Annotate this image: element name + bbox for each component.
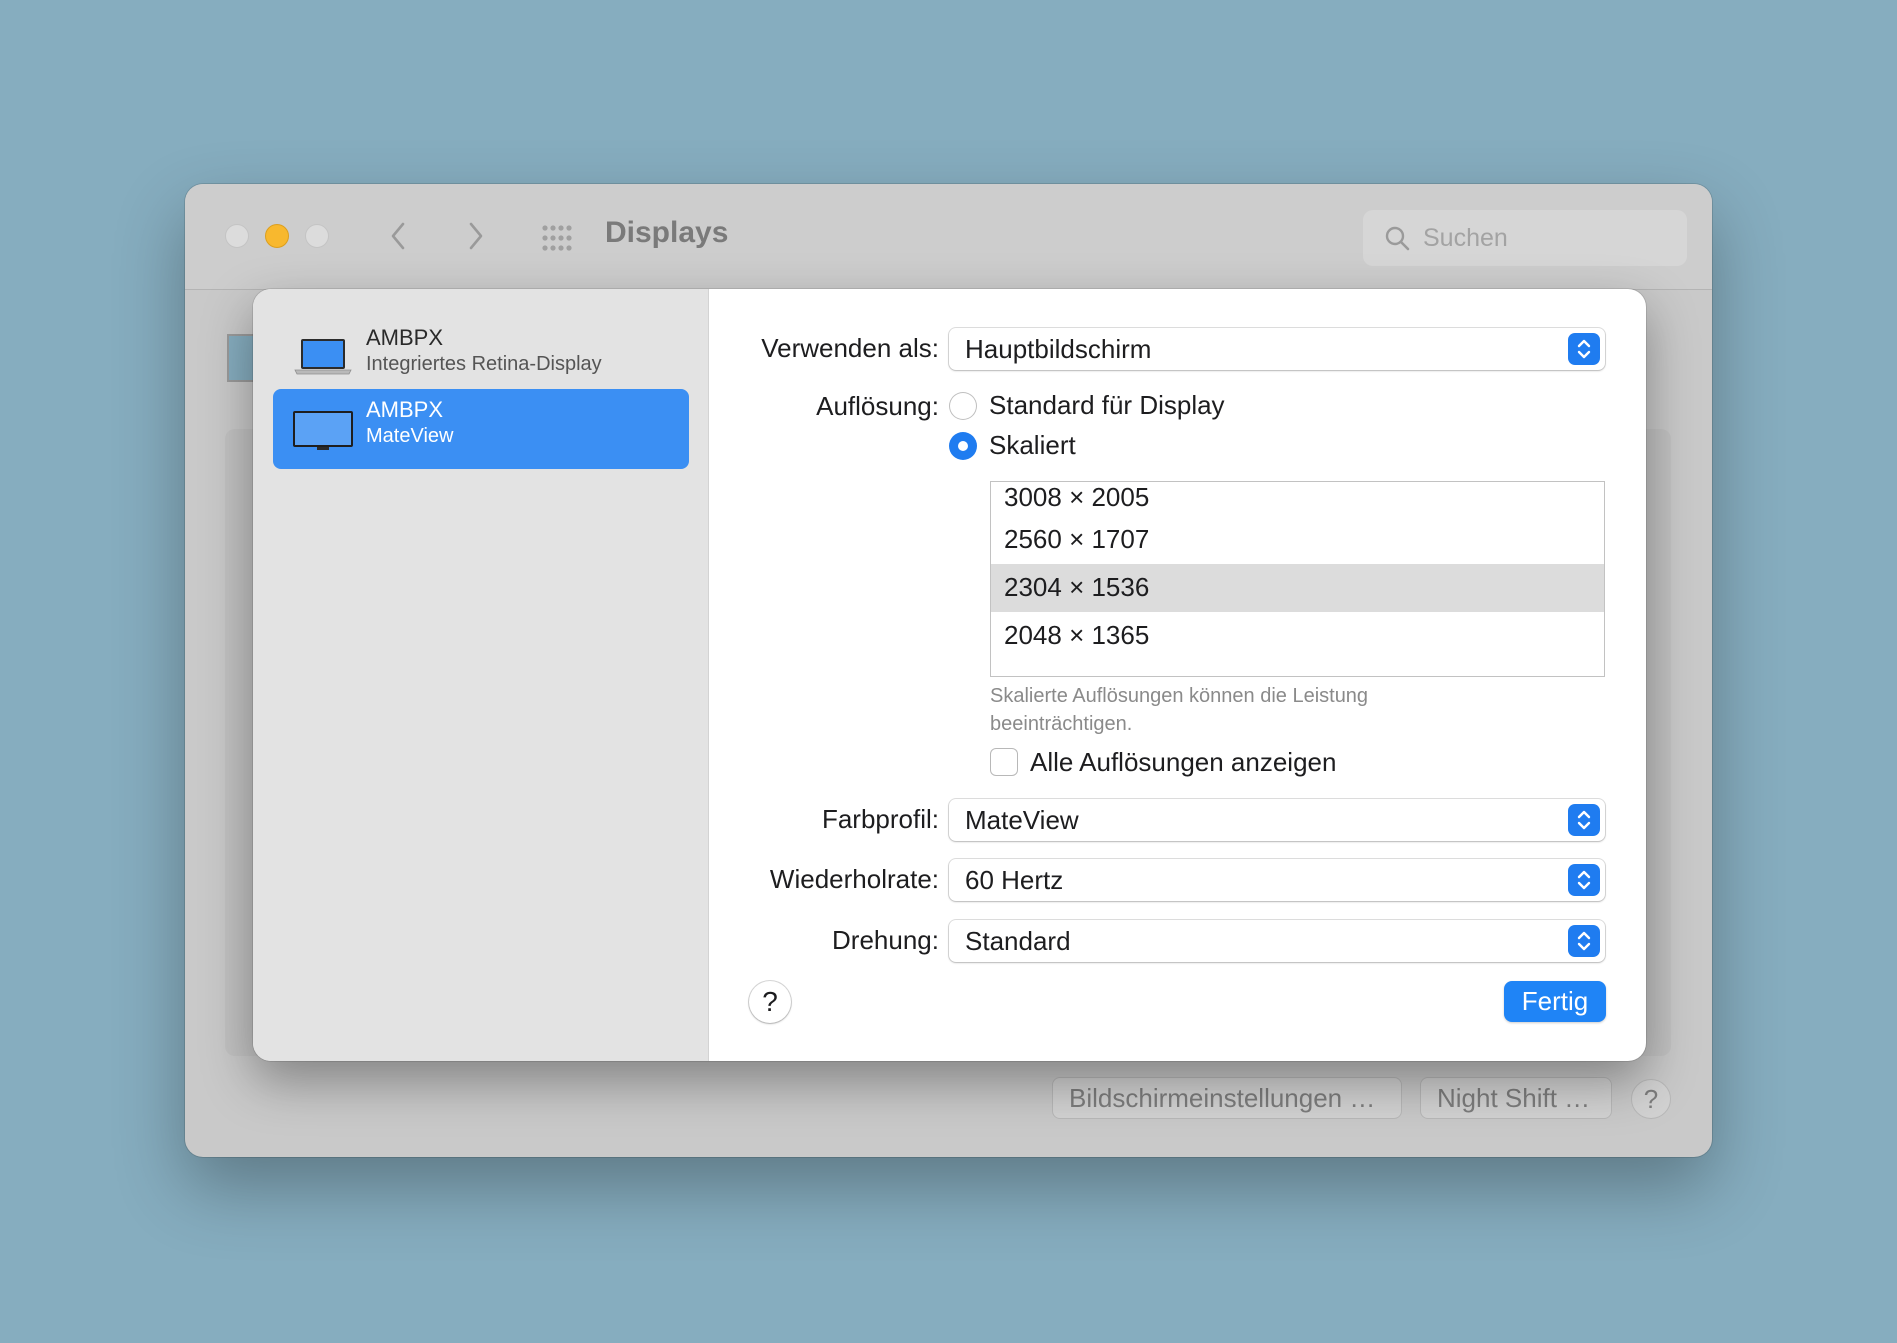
search-field[interactable] (1363, 210, 1687, 266)
display-settings-button[interactable]: Bildschirmeinstellungen … (1052, 1077, 1402, 1119)
chevron-right-icon (469, 222, 483, 250)
color-profile-value: MateView (965, 805, 1079, 835)
radio-scaled[interactable] (949, 432, 977, 460)
use-as-label: Verwenden als: (761, 333, 939, 363)
rotation-label: Drehung: (832, 925, 939, 955)
back-button[interactable] (377, 214, 421, 258)
display-sidebar: AMBPX Integriertes Retina-Display AMBPX … (253, 289, 709, 1061)
minimize-window-button[interactable] (265, 224, 289, 248)
done-button[interactable]: Fertig (1504, 981, 1606, 1022)
show-all-resolutions-label[interactable]: Alle Auflösungen anzeigen (1030, 747, 1336, 778)
use-as-value: Hauptbildschirm (965, 334, 1152, 364)
display-subtitle: Integriertes Retina-Display (366, 353, 602, 375)
resolution-row[interactable]: 2560 × 1707 (991, 516, 1604, 564)
window-title: Displays (605, 216, 729, 249)
titlebar: Displays (185, 184, 1712, 290)
search-input[interactable] (1423, 210, 1673, 266)
radio-standard-label[interactable]: Standard für Display (989, 390, 1225, 421)
chevron-left-icon (391, 222, 405, 250)
chevron-up-down-icon (1568, 864, 1600, 896)
resolution-row[interactable]: 2048 × 1365 (991, 612, 1604, 660)
refresh-rate-popup[interactable]: 60 Hertz (949, 859, 1605, 901)
help-button[interactable]: ? (749, 981, 791, 1023)
scaling-hint: Skalierte Auflösungen können die Leistun… (990, 685, 1369, 735)
refresh-rate-label: Wiederholrate: (769, 864, 939, 894)
display-settings-content: Verwenden als: Hauptbildschirm Auflösung… (709, 289, 1646, 1061)
close-window-button[interactable] (225, 224, 249, 248)
monitor-icon (291, 403, 355, 455)
display-thumbnail (227, 334, 255, 382)
refresh-rate-value: 60 Hertz (965, 865, 1064, 895)
resolution-row[interactable]: 3008 × 2005 (991, 482, 1604, 516)
night-shift-button[interactable]: Night Shift … (1420, 1077, 1612, 1119)
search-icon (1385, 226, 1410, 251)
use-as-popup[interactable]: Hauptbildschirm (949, 328, 1605, 370)
color-profile-popup[interactable]: MateView (949, 799, 1605, 841)
chevron-up-down-icon (1568, 925, 1600, 957)
forward-button[interactable] (453, 214, 497, 258)
rotation-value: Standard (965, 926, 1071, 956)
radio-standard[interactable] (949, 392, 977, 420)
grid-icon (542, 225, 572, 251)
zoom-window-button[interactable] (305, 224, 329, 248)
display-name: AMBPX (366, 325, 444, 350)
display-item-retina[interactable]: AMBPX Integriertes Retina-Display (273, 317, 689, 397)
show-all-button[interactable] (537, 218, 577, 258)
resolution-label: Auflösung: (816, 391, 939, 421)
resolution-row-selected[interactable]: 2304 × 1536 (991, 564, 1604, 612)
chevron-up-down-icon (1568, 804, 1600, 836)
rotation-popup[interactable]: Standard (949, 920, 1605, 962)
radio-scaled-label[interactable]: Skaliert (989, 430, 1076, 461)
display-name: AMBPX (366, 397, 444, 422)
chevron-up-down-icon (1568, 333, 1600, 365)
show-all-resolutions-checkbox[interactable] (990, 748, 1018, 776)
display-subtitle: MateView (366, 425, 454, 447)
display-item-mateview[interactable]: AMBPX MateView (273, 389, 689, 469)
color-profile-label: Farbprofil: (821, 804, 939, 834)
window-help-button[interactable]: ? (1631, 1079, 1671, 1119)
display-settings-sheet: AMBPX Integriertes Retina-Display AMBPX … (253, 289, 1646, 1061)
resolution-list[interactable]: 3008 × 2005 2560 × 1707 2304 × 1536 2048… (990, 481, 1605, 677)
laptop-icon (291, 331, 355, 383)
